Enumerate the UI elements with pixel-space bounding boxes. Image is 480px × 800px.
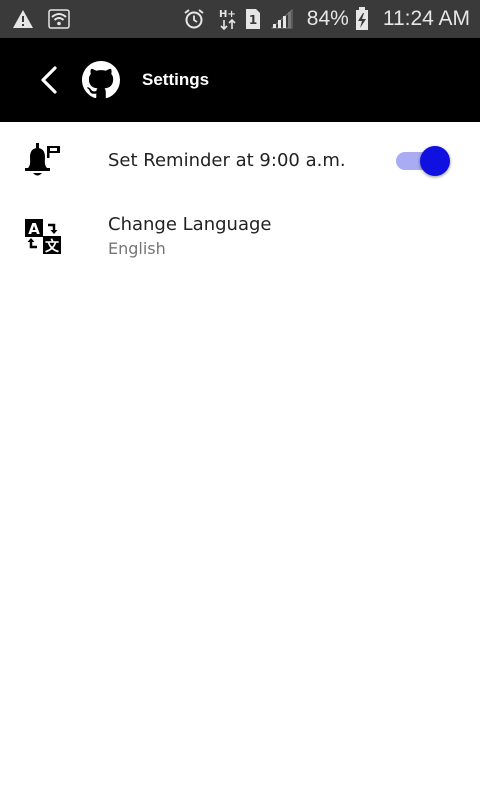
translate-icon: A 文 [24, 217, 62, 255]
language-setting-row[interactable]: A 文 Change Language English [0, 198, 480, 274]
battery-charging-icon [355, 7, 369, 31]
github-logo-icon [82, 61, 120, 99]
language-value: English [108, 239, 166, 258]
hplus-data-icon: H+ [219, 7, 239, 31]
bell-flag-icon [24, 141, 62, 179]
reminder-toggle[interactable] [396, 146, 452, 176]
reminder-setting-row[interactable]: Set Reminder at 9:00 a.m. [0, 122, 480, 198]
alarm-icon [183, 8, 205, 30]
sim-icon: 1 [245, 8, 261, 30]
wifi-icon [48, 9, 70, 29]
reminder-label: Set Reminder at 9:00 a.m. [108, 149, 346, 171]
battery-percent: 84% [306, 7, 349, 30]
language-text: Change Language English [108, 214, 271, 258]
back-button[interactable] [28, 60, 68, 100]
svg-text:文: 文 [45, 238, 60, 255]
toggle-thumb [420, 146, 450, 176]
language-label: Change Language [108, 214, 272, 235]
svg-text:A: A [28, 220, 40, 238]
page-title: Settings [142, 70, 210, 89]
reminder-text: Set Reminder at 9:00 a.m. [108, 150, 346, 171]
app-bar: Settings [0, 38, 480, 122]
svg-text:1: 1 [249, 13, 257, 27]
clock: 11:24 AM [382, 7, 470, 30]
svg-text:H+: H+ [219, 9, 236, 20]
warning-icon [12, 9, 34, 29]
back-arrow-icon [41, 66, 57, 94]
status-bar: H+ 1 84% 11:24 AM [0, 0, 480, 38]
signal-icon [270, 9, 293, 29]
settings-list: Set Reminder at 9:00 a.m. A 文 Change Lan… [0, 122, 480, 274]
